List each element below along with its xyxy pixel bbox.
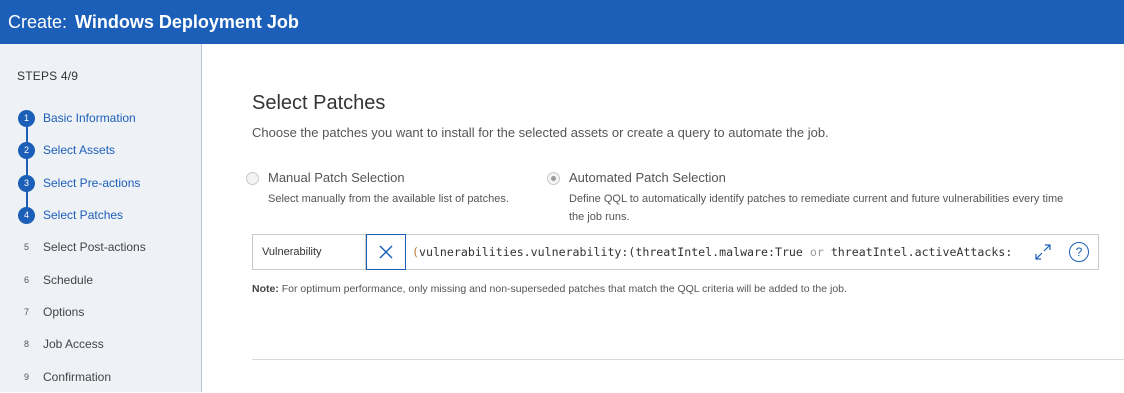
step-label: Options	[43, 305, 85, 319]
step-number: 1	[18, 109, 35, 127]
query-keyword: or	[809, 245, 824, 259]
step-number: 5	[23, 242, 29, 252]
step-label: Job Access	[43, 337, 104, 351]
step-label: Select Pre-actions	[43, 176, 141, 190]
query-field-select[interactable]: Vulnerability	[253, 235, 366, 269]
step-number: 4	[18, 206, 35, 224]
step-select-post-actions[interactable]: 5 Select Post-actions	[0, 231, 200, 263]
step-number: 6	[23, 275, 29, 285]
note-text: For optimum performance, only missing an…	[278, 283, 847, 295]
steps-counter: STEPS 4/9	[17, 69, 79, 83]
step-label: Schedule	[43, 273, 94, 287]
main-content: Select Patches Choose the patches you wa…	[203, 44, 1124, 392]
section-title: Select Patches	[252, 92, 386, 114]
header-prefix: Create:	[8, 11, 68, 32]
step-number: 9	[23, 372, 29, 382]
help-icon[interactable]: ?	[1069, 242, 1089, 262]
step-schedule[interactable]: 6 Schedule	[0, 264, 200, 296]
close-x-icon	[379, 245, 393, 259]
step-number: 2	[18, 141, 35, 159]
manual-patch-radio[interactable]	[246, 172, 259, 185]
query-text-part1: vulnerabilities.vulnerability:(threatInt…	[418, 245, 810, 259]
qql-query-input[interactable]: ( vulnerabilities.vulnerability:(threatI…	[412, 235, 1027, 269]
step-label: Select Patches	[43, 208, 124, 222]
query-text-part2: threatIntel.activeAttacks:	[823, 245, 1013, 259]
step-select-assets[interactable]: 2 Select Assets	[0, 134, 200, 166]
manual-patch-label[interactable]: Manual Patch Selection	[268, 170, 405, 185]
step-label: Select Post-actions	[43, 240, 146, 254]
step-number: 3	[18, 174, 35, 192]
step-confirmation[interactable]: 9 Confirmation	[0, 361, 200, 393]
page-header-title: Windows Deployment Job	[75, 11, 299, 32]
qql-note: Note: For optimum performance, only miss…	[252, 283, 847, 295]
app-header: Create: Windows Deployment Job	[0, 0, 1124, 44]
query-paren: (	[412, 245, 419, 259]
automated-patch-radio[interactable]	[547, 172, 560, 185]
qql-query-bar: Vulnerability ( vulnerabilities.vulnerab…	[252, 234, 1099, 270]
step-label: Basic Information	[43, 111, 136, 125]
expand-icon	[1035, 244, 1051, 260]
clear-query-button[interactable]	[366, 234, 406, 270]
expand-query-button[interactable]	[1034, 243, 1052, 261]
step-options[interactable]: 7 Options	[0, 296, 200, 328]
step-label: Select Assets	[43, 143, 116, 157]
steps-sidebar: STEPS 4/9 1 Basic Information 2 Select A…	[0, 44, 202, 392]
note-label: Note:	[252, 283, 279, 295]
step-select-pre-actions[interactable]: 3 Select Pre-actions	[0, 167, 200, 199]
section-subtitle: Choose the patches you want to install f…	[252, 125, 829, 140]
step-number: 7	[23, 307, 29, 317]
step-job-access[interactable]: 8 Job Access	[0, 328, 200, 360]
automated-patch-desc-line1: Define QQL to automatically identify pat…	[569, 193, 1064, 205]
section-divider	[252, 359, 1124, 360]
step-number: 8	[23, 339, 29, 349]
manual-patch-desc: Select manually from the available list …	[268, 193, 509, 205]
step-basic-information[interactable]: 1 Basic Information	[0, 102, 200, 134]
automated-patch-desc-line2: the job runs.	[569, 211, 630, 223]
automated-patch-label[interactable]: Automated Patch Selection	[569, 170, 726, 185]
step-label: Confirmation	[43, 370, 112, 384]
step-select-patches[interactable]: 4 Select Patches	[0, 199, 200, 231]
